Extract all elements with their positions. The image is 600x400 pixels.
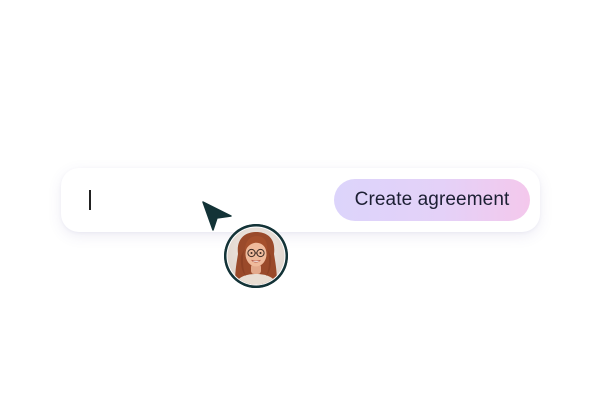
agreement-text-input[interactable] xyxy=(79,182,319,218)
create-agreement-button[interactable]: Create agreement xyxy=(334,179,530,221)
pointer-arrow-icon xyxy=(201,200,233,232)
user-avatar-photo xyxy=(224,224,288,288)
canvas: Create agreement xyxy=(0,0,600,400)
text-caret xyxy=(89,190,91,210)
collaborator-avatar[interactable] xyxy=(224,224,288,288)
